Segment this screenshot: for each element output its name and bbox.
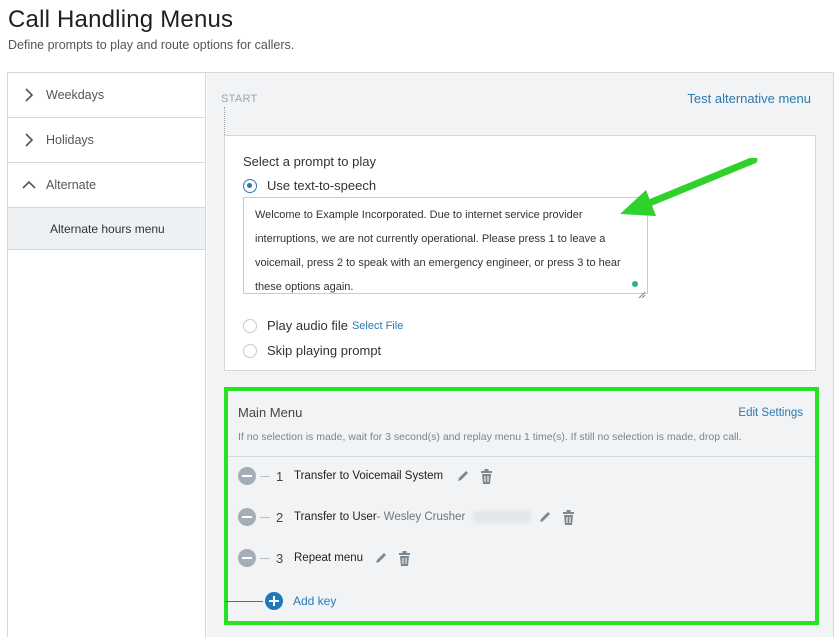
- skip-prompt-option[interactable]: Skip playing prompt: [243, 343, 381, 358]
- main-menu-description: If no selection is made, wait for 3 seco…: [238, 431, 742, 443]
- sidebar-item-label: Weekdays: [46, 88, 105, 102]
- key-number: 3: [276, 550, 284, 566]
- start-label: START: [221, 93, 258, 105]
- remove-key-button[interactable]: [238, 508, 256, 526]
- menu-key-row: 1 Transfer to Voicemail System: [238, 465, 494, 487]
- menu-key-row: 3 Repeat menu: [238, 547, 412, 569]
- content-frame: Weekdays Holidays Alternate Alternate ho…: [7, 72, 834, 637]
- edit-settings-link[interactable]: Edit Settings: [738, 407, 803, 419]
- pencil-icon[interactable]: [455, 468, 471, 484]
- add-key-button[interactable]: Add key: [265, 592, 336, 610]
- prompt-heading: Select a prompt to play: [243, 154, 376, 169]
- menu-key-row: 2 Transfer to User - Wesley Crusher: [238, 506, 576, 528]
- tts-radio[interactable]: [243, 178, 257, 193]
- row-connector: [260, 516, 270, 518]
- key-action: Repeat menu: [294, 552, 364, 564]
- key-action: Transfer to User: [294, 511, 377, 523]
- page-title: Call Handling Menus: [8, 6, 234, 33]
- page-header: Call Handling Menus Define prompts to pl…: [8, 6, 294, 52]
- audio-file-option[interactable]: Play audio file Select File: [243, 318, 403, 333]
- sidebar-item-alternate[interactable]: Alternate: [8, 163, 205, 208]
- sidebar-subitem-alternate-hours-menu[interactable]: Alternate hours menu: [8, 208, 205, 250]
- key-number: 2: [276, 509, 284, 525]
- menu-editor: START Test alternative menu Select a pro…: [207, 73, 833, 637]
- sidebar-item-label: Holidays: [46, 133, 94, 147]
- trash-icon[interactable]: [396, 550, 412, 566]
- sidebar-item-weekdays[interactable]: Weekdays: [8, 73, 205, 118]
- pencil-icon[interactable]: [537, 509, 553, 525]
- tts-option-label: Use text-to-speech: [267, 178, 377, 193]
- tts-textarea[interactable]: Welcome to Example Incorporated. Due to …: [243, 197, 648, 294]
- pencil-icon[interactable]: [373, 550, 389, 566]
- select-file-link[interactable]: Select File: [352, 320, 403, 332]
- flow-connector: [224, 107, 225, 137]
- remove-key-button[interactable]: [238, 549, 256, 567]
- resize-handle-icon[interactable]: [638, 286, 646, 299]
- add-key-label: Add key: [293, 594, 337, 608]
- sidebar-item-holidays[interactable]: Holidays: [8, 118, 205, 163]
- plus-circle-icon: [265, 592, 283, 610]
- key-target: - Wesley Crusher: [376, 511, 466, 523]
- main-menu-title: Main Menu: [238, 405, 303, 420]
- redacted-extension: [473, 511, 532, 523]
- trash-icon[interactable]: [560, 509, 576, 525]
- row-connector: [260, 557, 270, 559]
- main-menu-card: Main Menu Edit Settings If no selection …: [224, 387, 819, 625]
- chevron-right-icon: [20, 131, 38, 149]
- key-number: 1: [276, 468, 284, 484]
- audio-file-radio[interactable]: [243, 318, 257, 333]
- chevron-up-icon: [20, 176, 38, 194]
- remove-key-button[interactable]: [238, 467, 256, 485]
- annotation-arrow-icon: [620, 158, 758, 216]
- test-alternative-menu-link[interactable]: Test alternative menu: [687, 91, 811, 106]
- skip-prompt-option-label: Skip playing prompt: [267, 343, 382, 358]
- chevron-right-icon: [20, 86, 38, 104]
- sidebar: Weekdays Holidays Alternate Alternate ho…: [8, 73, 206, 637]
- trash-icon[interactable]: [478, 468, 494, 484]
- tts-option[interactable]: Use text-to-speech: [243, 178, 376, 193]
- skip-prompt-radio[interactable]: [243, 343, 257, 358]
- row-connector: [260, 475, 270, 477]
- flow-connector: [225, 601, 263, 602]
- page-subtitle: Define prompts to play and route options…: [8, 38, 295, 52]
- sidebar-item-label: Alternate: [46, 178, 97, 192]
- audio-file-option-label: Play audio file: [267, 318, 348, 333]
- main-menu-header: Main Menu Edit Settings If no selection …: [228, 391, 815, 457]
- key-action: Transfer to Voicemail System: [294, 470, 444, 482]
